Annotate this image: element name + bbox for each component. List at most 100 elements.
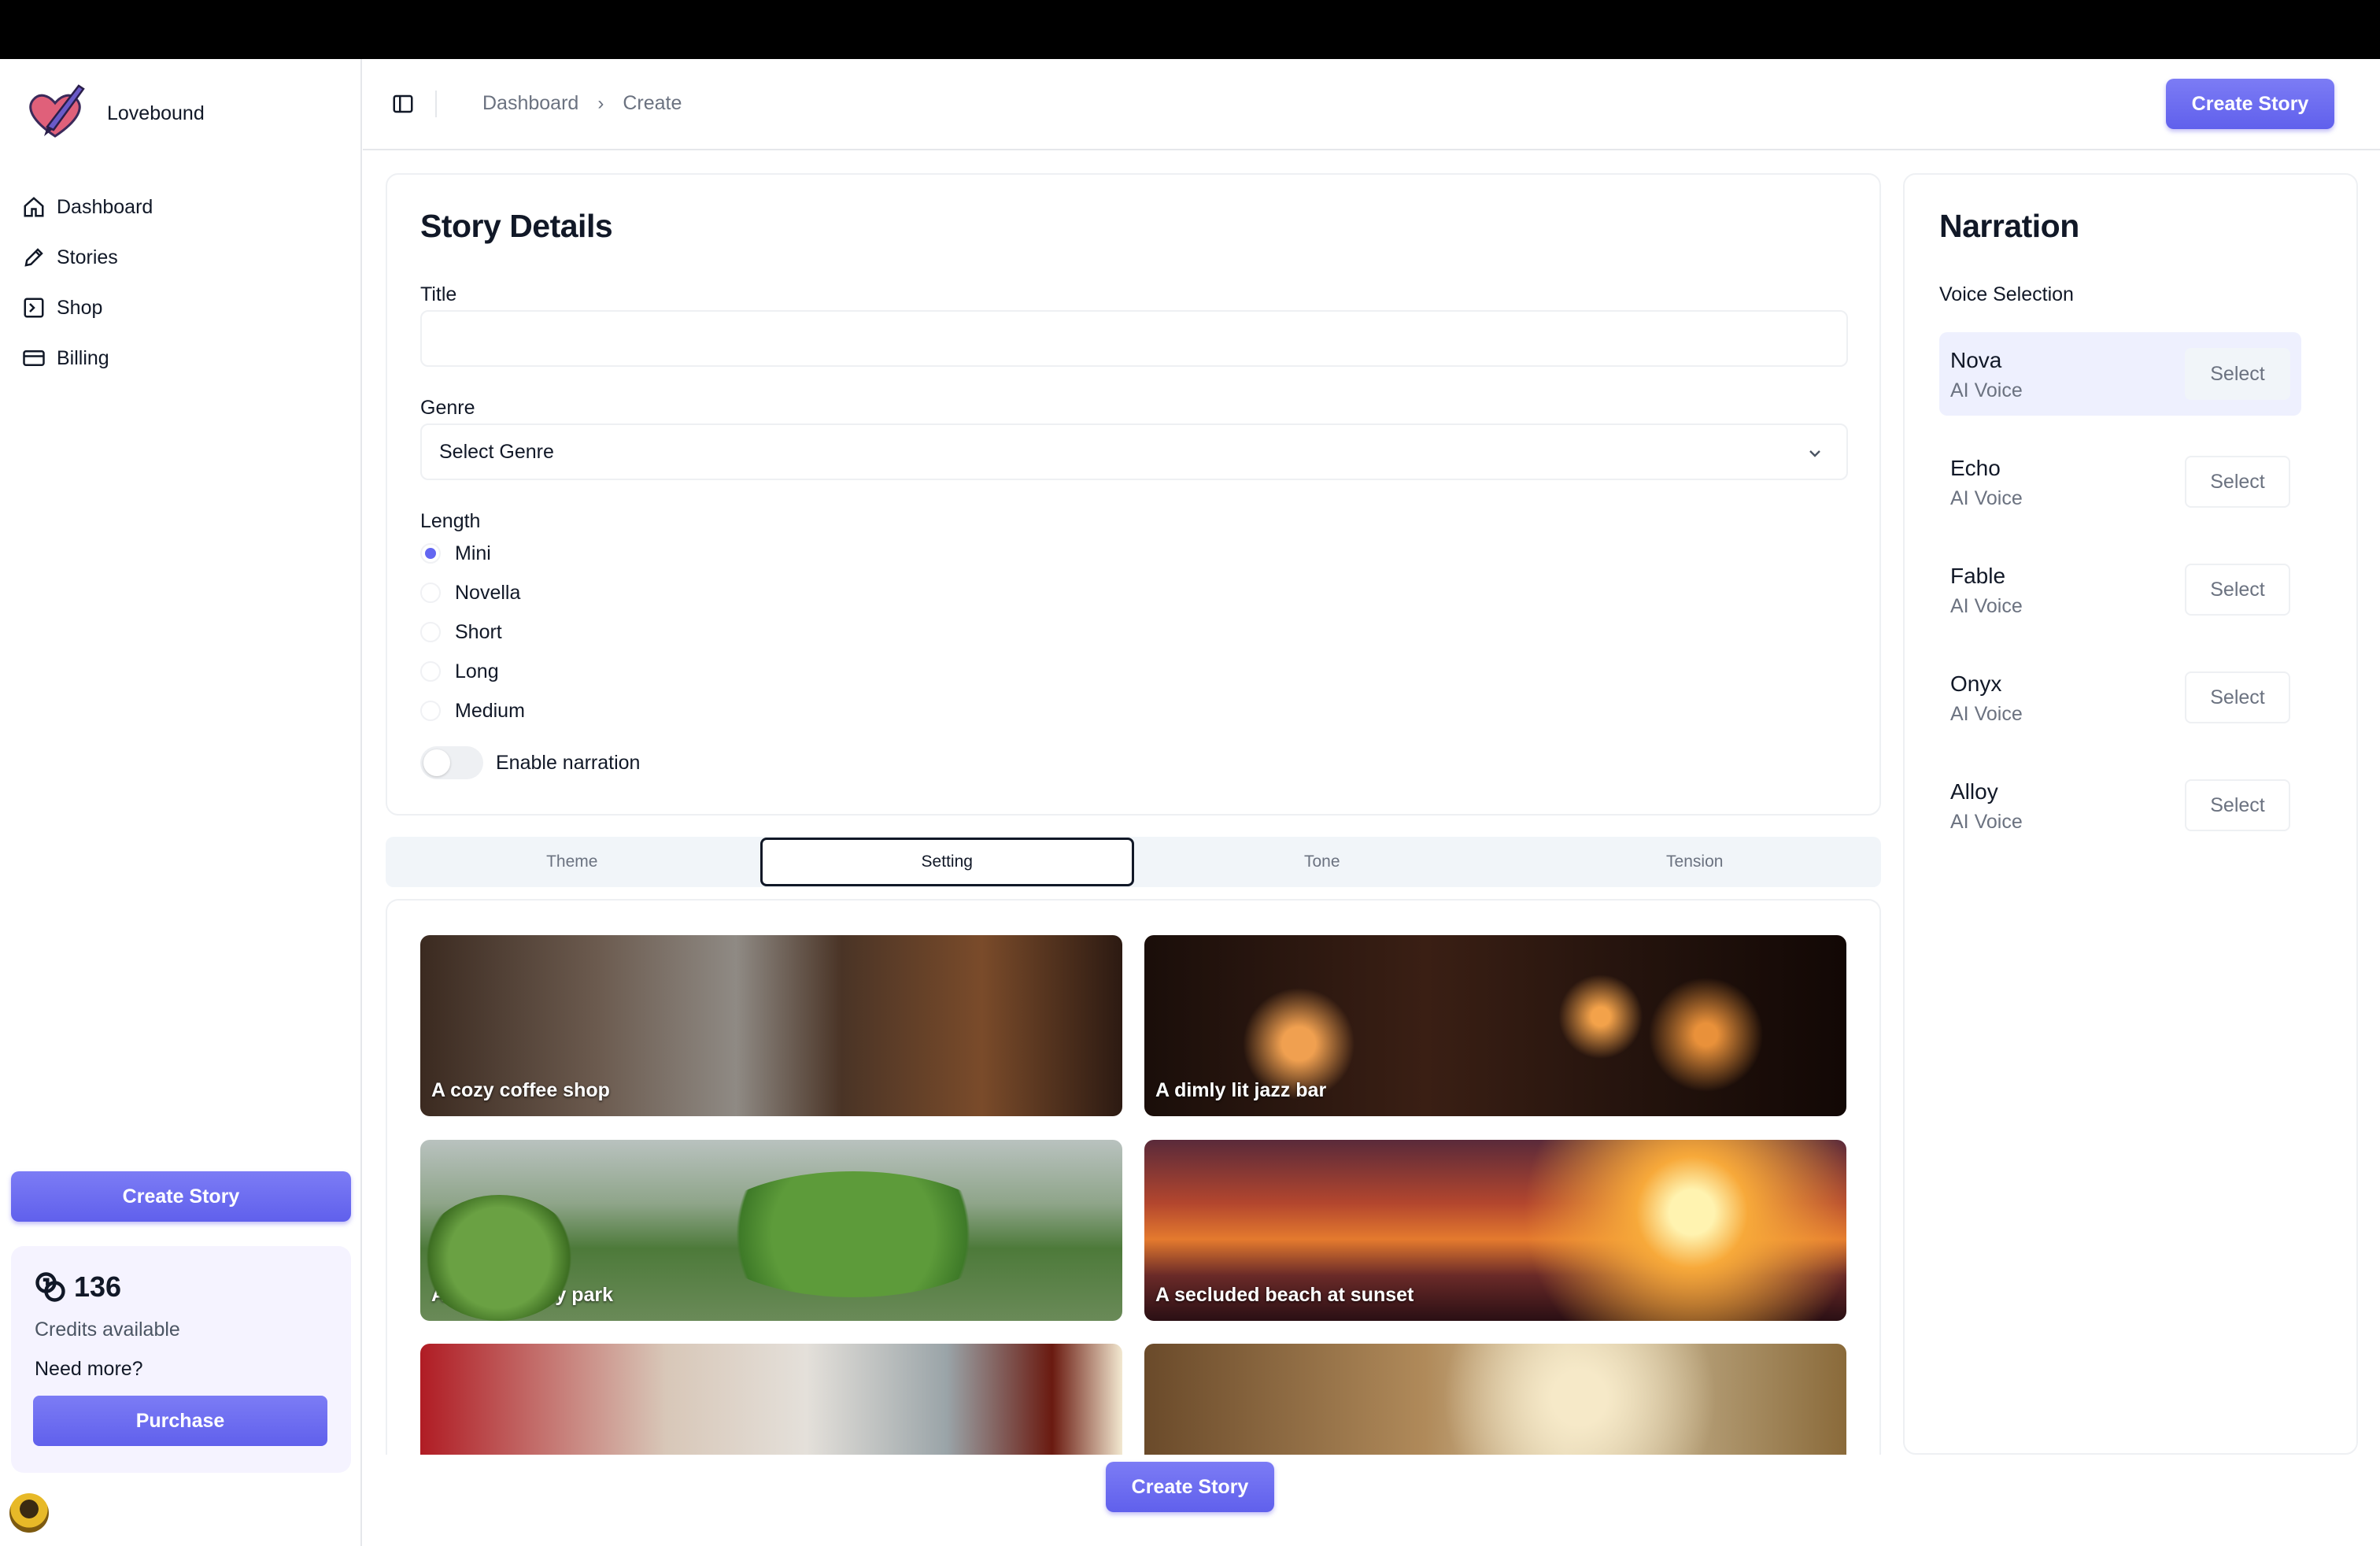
- voice-selection-label: Voice Selection: [1939, 283, 2074, 305]
- narration-title: Narration: [1939, 208, 2079, 244]
- heart-quill-logo-icon: [29, 84, 85, 138]
- coins-icon: [35, 1272, 65, 1302]
- radio-dot[interactable]: [420, 543, 441, 564]
- genre-select[interactable]: Select Genre: [420, 423, 1848, 480]
- chevron-down-icon: [1809, 450, 1820, 457]
- sidebar-item-billing[interactable]: Billing: [22, 333, 345, 383]
- setting-tile-city-park[interactable]: A bustling city park: [420, 1140, 1122, 1321]
- bottom-create-story-button[interactable]: Create Story: [1106, 1462, 1274, 1512]
- panel-left-icon: [393, 94, 413, 113]
- voice-item-onyx[interactable]: Onyx AI Voice Select: [1939, 656, 2301, 739]
- setting-tile-label: A dimly lit jazz bar: [1155, 1079, 1327, 1101]
- credit-card-icon: [23, 350, 45, 366]
- tab-tension[interactable]: Tension: [1510, 837, 1880, 887]
- sidebar-item-dashboard[interactable]: Dashboard: [22, 182, 345, 232]
- system-top-bar: [0, 0, 2380, 59]
- length-option-medium[interactable]: Medium: [420, 691, 525, 730]
- length-option-novella[interactable]: Novella: [420, 573, 525, 612]
- length-option-label: Long: [455, 660, 499, 682]
- sidebar-toggle-button[interactable]: [391, 92, 415, 116]
- story-details-card: Story Details Title Genre Select Genre L…: [386, 173, 1881, 816]
- home-icon: [24, 197, 44, 217]
- select-voice-button[interactable]: Select: [2185, 348, 2290, 400]
- setting-tile-diner[interactable]: [420, 1344, 1122, 1455]
- voice-type: AI Voice: [1950, 487, 2023, 509]
- length-option-short[interactable]: Short: [420, 612, 525, 652]
- select-voice-button[interactable]: Select: [2185, 779, 2290, 831]
- voice-name: Nova: [1950, 348, 2002, 372]
- brand[interactable]: Lovebound: [24, 78, 205, 149]
- voice-item-alloy[interactable]: Alloy AI Voice Select: [1939, 764, 2301, 847]
- setting-grid-card: A cozy coffee shop A dimly lit jazz bar …: [386, 899, 1881, 1455]
- select-voice-button[interactable]: Select: [2185, 456, 2290, 508]
- sidebar-item-label: Stories: [57, 246, 118, 268]
- voice-name: Onyx: [1950, 671, 2002, 696]
- header: Dashboard › Create Create Story: [363, 59, 2380, 150]
- narration-card: Narration Voice Selection Nova AI Voice …: [1903, 173, 2358, 1455]
- chevron-right-icon: ›: [597, 92, 604, 114]
- select-voice-button[interactable]: Select: [2185, 564, 2290, 616]
- voice-type: AI Voice: [1950, 379, 2023, 401]
- story-tabs: Theme Setting Tone Tension: [386, 837, 1881, 887]
- narration-toggle-row: Enable narration: [420, 746, 640, 779]
- sidebar-item-label: Billing: [57, 346, 109, 369]
- length-option-label: Novella: [455, 581, 521, 604]
- setting-tile-jazz-bar[interactable]: A dimly lit jazz bar: [1144, 935, 1846, 1116]
- setting-tile-coffee-shop[interactable]: A cozy coffee shop: [420, 935, 1122, 1116]
- tab-setting[interactable]: Setting: [759, 838, 1134, 886]
- length-option-label: Medium: [455, 699, 525, 722]
- sidebar-nav: Dashboard Stories Shop Billing: [22, 182, 345, 383]
- length-option-label: Short: [455, 620, 502, 643]
- breadcrumb: Dashboard › Create: [482, 92, 682, 115]
- sidebar-create-story-button[interactable]: Create Story: [11, 1171, 351, 1222]
- need-more-text: Need more?: [35, 1358, 143, 1380]
- length-option-mini[interactable]: Mini: [420, 534, 525, 573]
- voice-item-echo[interactable]: Echo AI Voice Select: [1939, 440, 2301, 523]
- select-voice-button[interactable]: Select: [2185, 671, 2290, 723]
- sidebar-item-stories[interactable]: Stories: [22, 232, 345, 283]
- length-option-label: Mini: [455, 542, 491, 564]
- setting-tile-label: A bustling city park: [431, 1284, 614, 1306]
- radio-dot[interactable]: [420, 622, 441, 642]
- voice-item-fable[interactable]: Fable AI Voice Select: [1939, 548, 2301, 631]
- pencil-icon: [24, 248, 43, 267]
- setting-tile-label: A cozy coffee shop: [431, 1079, 610, 1101]
- voice-type: AI Voice: [1950, 811, 2023, 833]
- voice-name: Fable: [1950, 564, 2006, 588]
- brand-name: Lovebound: [107, 102, 205, 124]
- radio-dot[interactable]: [420, 661, 441, 682]
- length-option-long[interactable]: Long: [420, 652, 525, 691]
- credits-label: Credits available: [35, 1319, 180, 1341]
- voice-name: Echo: [1950, 456, 2001, 480]
- radio-dot[interactable]: [420, 583, 441, 603]
- credits-count: 136: [74, 1270, 122, 1303]
- sidebar-item-label: Dashboard: [57, 195, 153, 218]
- tab-theme[interactable]: Theme: [387, 837, 757, 887]
- avatar[interactable]: [9, 1493, 49, 1533]
- shop-icon: [24, 298, 44, 318]
- title-label: Title: [420, 283, 457, 305]
- title-input[interactable]: [420, 310, 1848, 367]
- sidebar-item-label: Shop: [57, 296, 103, 319]
- story-details-title: Story Details: [420, 208, 613, 244]
- voice-item-nova[interactable]: Nova AI Voice Select: [1939, 332, 2301, 416]
- setting-tile-beach-sunset[interactable]: A secluded beach at sunset: [1144, 1140, 1846, 1321]
- genre-label: Genre: [420, 397, 475, 419]
- radio-dot[interactable]: [420, 701, 441, 721]
- credits-panel: 136 Credits available Need more? Purchas…: [11, 1246, 351, 1473]
- length-radio-group: Mini Novella Short Long Medium: [420, 534, 525, 730]
- sidebar-item-shop[interactable]: Shop: [22, 283, 345, 333]
- narration-toggle[interactable]: [420, 746, 483, 779]
- voice-name: Alloy: [1950, 779, 1998, 804]
- tab-tone[interactable]: Tone: [1137, 837, 1507, 887]
- length-label: Length: [420, 510, 481, 532]
- header-create-story-button[interactable]: Create Story: [2166, 79, 2334, 129]
- setting-tile-ballroom[interactable]: [1144, 1344, 1846, 1455]
- breadcrumb-dashboard[interactable]: Dashboard: [482, 92, 578, 115]
- voice-type: AI Voice: [1950, 595, 2023, 617]
- header-divider: [435, 91, 437, 117]
- voice-type: AI Voice: [1950, 703, 2023, 725]
- sidebar: Lovebound Dashboard Stories Shop Billing…: [0, 59, 362, 1546]
- purchase-button[interactable]: Purchase: [33, 1396, 327, 1446]
- breadcrumb-create: Create: [623, 92, 682, 114]
